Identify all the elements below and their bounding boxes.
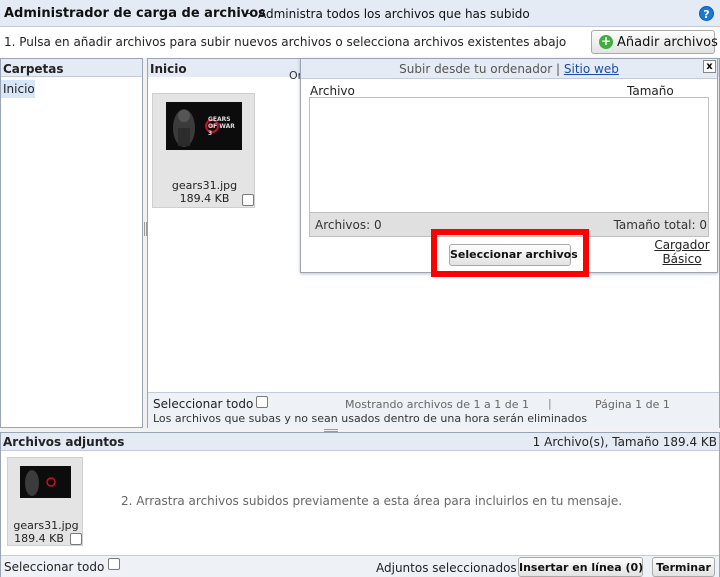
select-button-highlight <box>431 229 589 277</box>
title-separator: - <box>247 6 252 20</box>
selected-attachments-label: Adjuntos seleccionados: <box>376 561 521 575</box>
upload-dialog-header: Subir desde tu ordenador | Sitio web <box>301 59 717 79</box>
file-name: gears31.jpg <box>171 179 238 192</box>
folders-panel: Carpetas Inicio <box>0 58 143 428</box>
attachment-size: 189.4 KB <box>14 532 64 545</box>
add-files-label: Añadir archivos <box>617 35 718 50</box>
upload-file-list[interactable] <box>309 97 709 213</box>
app-subtitle: Administra todos los archivos que has su… <box>258 7 530 21</box>
add-icon: + <box>599 34 613 49</box>
upload-source-separator: | <box>556 62 561 76</box>
expiry-notice: Los archivos que subas y no sean usados … <box>153 412 588 425</box>
file-card[interactable]: GEARS OF WAR 3 gears31.jpg 189.4 KB <box>152 93 255 208</box>
attachments-summary: 1 Archivo(s), Tamaño 189.4 KB <box>532 435 717 449</box>
folder-item-inicio[interactable]: Inicio <box>1 80 35 98</box>
basic-uploader-line2: Básico <box>662 252 702 266</box>
column-size-header: Tamaño <box>627 84 674 98</box>
attachments-select-all-label: Seleccionar todo <box>4 560 105 574</box>
basic-uploader-link[interactable]: Cargador Básico <box>653 238 711 266</box>
gears-image-icon <box>20 466 71 498</box>
drop-zone-hint: 2. Arrastra archivos subidos previamente… <box>121 494 623 508</box>
attachments-panel: Archivos adjuntos 1 Archivo(s), Tamaño 1… <box>0 432 720 577</box>
title-bar: Administrador de carga de archivos - Adm… <box>0 0 720 27</box>
upload-total-size: Tamaño total: 0 <box>613 218 707 232</box>
attachments-header: Archivos adjuntos 1 Archivo(s), Tamaño 1… <box>1 433 719 451</box>
showing-range: Mostrando archivos de 1 a 1 de 1 <box>345 398 529 411</box>
finish-button[interactable]: Terminar <box>652 557 715 577</box>
folders-heading: Carpetas <box>1 59 142 77</box>
step-instruction: 1. Pulsa en añadir archivos para subir n… <box>4 35 567 49</box>
attachment-checkbox[interactable] <box>70 533 82 545</box>
footer-divider: | <box>548 397 552 410</box>
page-indicator: Página 1 de 1 <box>595 398 670 411</box>
attachments-select-all-checkbox[interactable] <box>108 558 120 570</box>
upload-source-label: Subir desde tu ordenador <box>399 62 553 76</box>
file-select-checkbox[interactable] <box>242 194 254 206</box>
file-thumbnail: GEARS OF WAR 3 <box>166 102 242 150</box>
select-all-label: Seleccionar todo <box>153 397 254 411</box>
attachments-footer: Seleccionar todo Adjuntos seleccionados:… <box>1 555 719 577</box>
insert-inline-button[interactable]: Insertar en línea (0) <box>518 557 643 577</box>
files-footer: Seleccionar todo Mostrando archivos de 1… <box>148 392 719 428</box>
close-icon[interactable]: x <box>703 60 716 73</box>
attachments-heading: Archivos adjuntos <box>3 435 125 449</box>
attachment-thumbnail <box>20 466 71 498</box>
basic-uploader-line1: Cargador <box>654 238 710 252</box>
add-files-button[interactable]: + Añadir archivos <box>591 30 718 54</box>
help-icon[interactable]: ? <box>699 6 714 21</box>
select-all-checkbox[interactable] <box>256 396 268 408</box>
attachment-name: gears31.jpg <box>13 519 79 532</box>
attachment-card[interactable]: gears31.jpg 189.4 KB <box>7 457 83 546</box>
column-file-header: Archivo <box>310 84 355 98</box>
upload-file-count: Archivos: 0 <box>315 218 382 232</box>
thumbnail-logo-text: GEARS OF WAR 3 <box>208 116 235 137</box>
file-size: 189.4 KB <box>179 192 230 205</box>
website-link[interactable]: Sitio web <box>564 62 619 76</box>
app-title: Administrador de carga de archivos <box>4 6 266 21</box>
